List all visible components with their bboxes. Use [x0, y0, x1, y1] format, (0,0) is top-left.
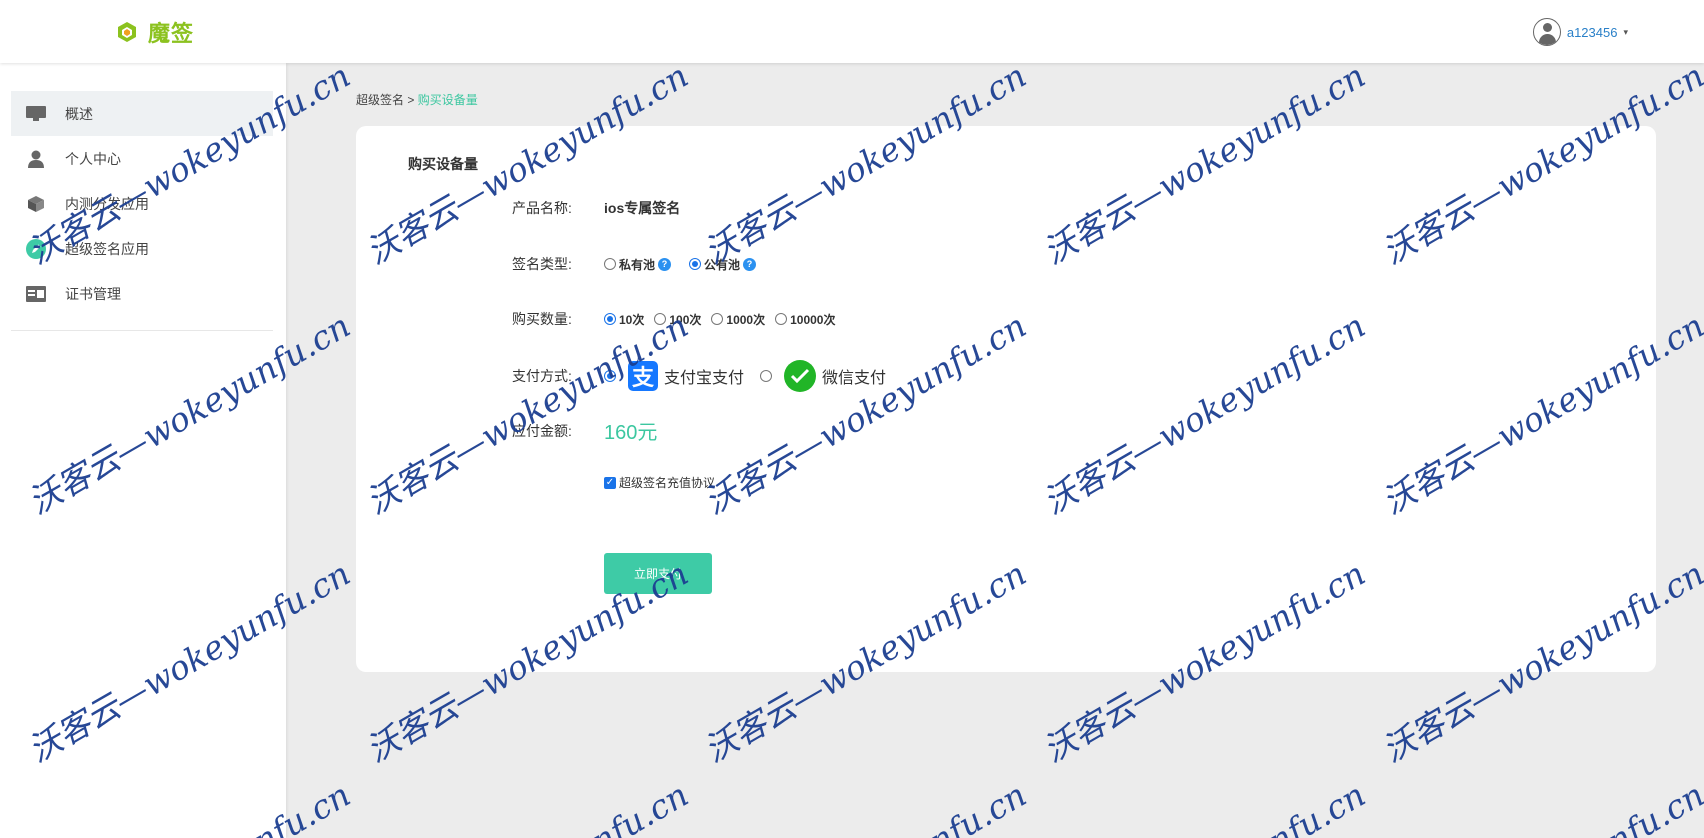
- radio-button[interactable]: [775, 313, 788, 325]
- user-menu[interactable]: a123456 ▾: [1532, 18, 1628, 46]
- checkbox-icon[interactable]: ✓: [604, 476, 616, 489]
- help-icon[interactable]: ?: [743, 257, 757, 271]
- breadcrumb-current: 购买设备量: [417, 93, 478, 107]
- avatar-icon: [1532, 18, 1561, 46]
- radio-button[interactable]: [689, 258, 702, 270]
- watermark-text: unfu.cn: [1243, 774, 1372, 838]
- radio-label: 公有池: [704, 257, 741, 272]
- watermark-text: unfu.cn: [1582, 774, 1704, 838]
- chevron-down-icon: ▾: [1623, 26, 1628, 37]
- watermark-text: unfu.cn: [566, 774, 695, 838]
- quantity-100-radio[interactable]: 100次: [654, 311, 701, 328]
- pay-method-label: 微信支付: [822, 370, 887, 387]
- product-value: ios专属签名: [604, 200, 681, 216]
- monitor-icon: [25, 105, 47, 123]
- sidebar-item-label: 内测分发应用: [65, 195, 149, 212]
- sidebar-item-certificates[interactable]: 证书管理: [11, 271, 273, 316]
- radio-button[interactable]: [604, 258, 616, 270]
- sidebar-item-overview[interactable]: 概述: [11, 91, 273, 136]
- amount-value: 160元: [604, 422, 658, 444]
- wechat-pay-icon: [784, 360, 817, 392]
- breadcrumb-separator: >: [407, 93, 415, 107]
- pencil-icon: [25, 238, 47, 259]
- radio-label: 私有池: [619, 257, 656, 272]
- watermark-text: unfu.cn: [904, 774, 1033, 838]
- sidebar-item-profile[interactable]: 个人中心: [11, 136, 273, 181]
- quantity-10-radio[interactable]: 10次: [604, 311, 644, 328]
- box-icon: [25, 195, 47, 213]
- sidebar-item-label: 证书管理: [65, 285, 121, 302]
- sidebar: 概述 个人中心 内测分发应用 超级签名应用 证书管理: [0, 63, 286, 838]
- pay-alipay-option[interactable]: 支 支付宝支付: [604, 361, 744, 391]
- product-row: 产品名称: ios专属签名: [512, 198, 680, 218]
- quantity-10000-radio[interactable]: 10000次: [775, 311, 835, 328]
- radio-button[interactable]: [604, 370, 616, 382]
- amount-label: 应付金额:: [512, 422, 572, 439]
- radio-button[interactable]: [760, 370, 773, 382]
- pay-now-button[interactable]: 立即支付: [604, 553, 712, 594]
- sidebar-item-beta-apps[interactable]: 内测分发应用: [11, 181, 273, 226]
- sidebar-item-label: 概述: [65, 105, 93, 122]
- radio-label: 10000次: [790, 312, 836, 327]
- product-label: 产品名称:: [512, 200, 572, 216]
- agreement-checkbox[interactable]: ✓ 超级签名充值协议: [604, 474, 715, 491]
- top-bar: 魔签 a123456 ▾: [0, 0, 1704, 63]
- pay-wechat-option[interactable]: 微信支付: [760, 360, 886, 392]
- logo-icon: [118, 22, 136, 42]
- sidebar-item-label: 超级签名应用: [65, 240, 149, 257]
- sign-type-label: 签名类型:: [512, 256, 572, 272]
- sign-type-row: 签名类型: 私有池 ? 公有池 ?: [512, 254, 766, 274]
- alipay-icon: 支: [628, 361, 658, 391]
- radio-button[interactable]: [604, 313, 616, 325]
- pay-method-label: 支付宝支付: [664, 370, 745, 387]
- username: a123456: [1566, 24, 1618, 40]
- certificate-icon: [25, 285, 47, 303]
- radio-label: 10次: [619, 312, 645, 327]
- sign-type-public-radio[interactable]: 公有池 ?: [689, 256, 757, 273]
- payment-method-label: 支付方式:: [512, 368, 572, 384]
- sign-type-private-radio[interactable]: 私有池 ?: [604, 256, 672, 273]
- sidebar-item-super-sign-apps[interactable]: 超级签名应用: [11, 226, 273, 271]
- breadcrumb-parent[interactable]: 超级签名: [356, 93, 404, 107]
- help-icon[interactable]: ?: [658, 257, 672, 271]
- agreement-link[interactable]: 超级签名充值协议: [619, 474, 715, 491]
- app-logo[interactable]: 魔签: [116, 16, 194, 48]
- logo-text: 魔签: [148, 21, 195, 46]
- quantity-label: 购买数量:: [512, 311, 572, 327]
- quantity-row: 购买数量: 10次 100次 1000次 10000次: [512, 309, 845, 329]
- agreement-row: ✓ 超级签名充值协议: [604, 474, 715, 491]
- sidebar-menu: 概述 个人中心 内测分发应用 超级签名应用 证书管理: [11, 91, 273, 331]
- radio-label: 100次: [669, 312, 702, 327]
- radio-button[interactable]: [711, 313, 724, 325]
- radio-button[interactable]: [654, 313, 667, 325]
- amount-row: 应付金额: 160元: [512, 416, 657, 445]
- payment-method-row: 支付方式: 支 支付宝支付 微信支付: [512, 360, 902, 392]
- radio-label: 1000次: [726, 312, 766, 327]
- page-title: 购买设备量: [408, 156, 478, 172]
- quantity-1000-radio[interactable]: 1000次: [711, 311, 765, 328]
- breadcrumb: 超级签名 > 购买设备量: [356, 91, 478, 108]
- purchase-card: 购买设备量 产品名称: ios专属签名 签名类型: 私有池 ? 公有池 ? 购买…: [356, 126, 1656, 672]
- user-icon: [25, 150, 47, 168]
- sidebar-item-label: 个人中心: [65, 150, 121, 167]
